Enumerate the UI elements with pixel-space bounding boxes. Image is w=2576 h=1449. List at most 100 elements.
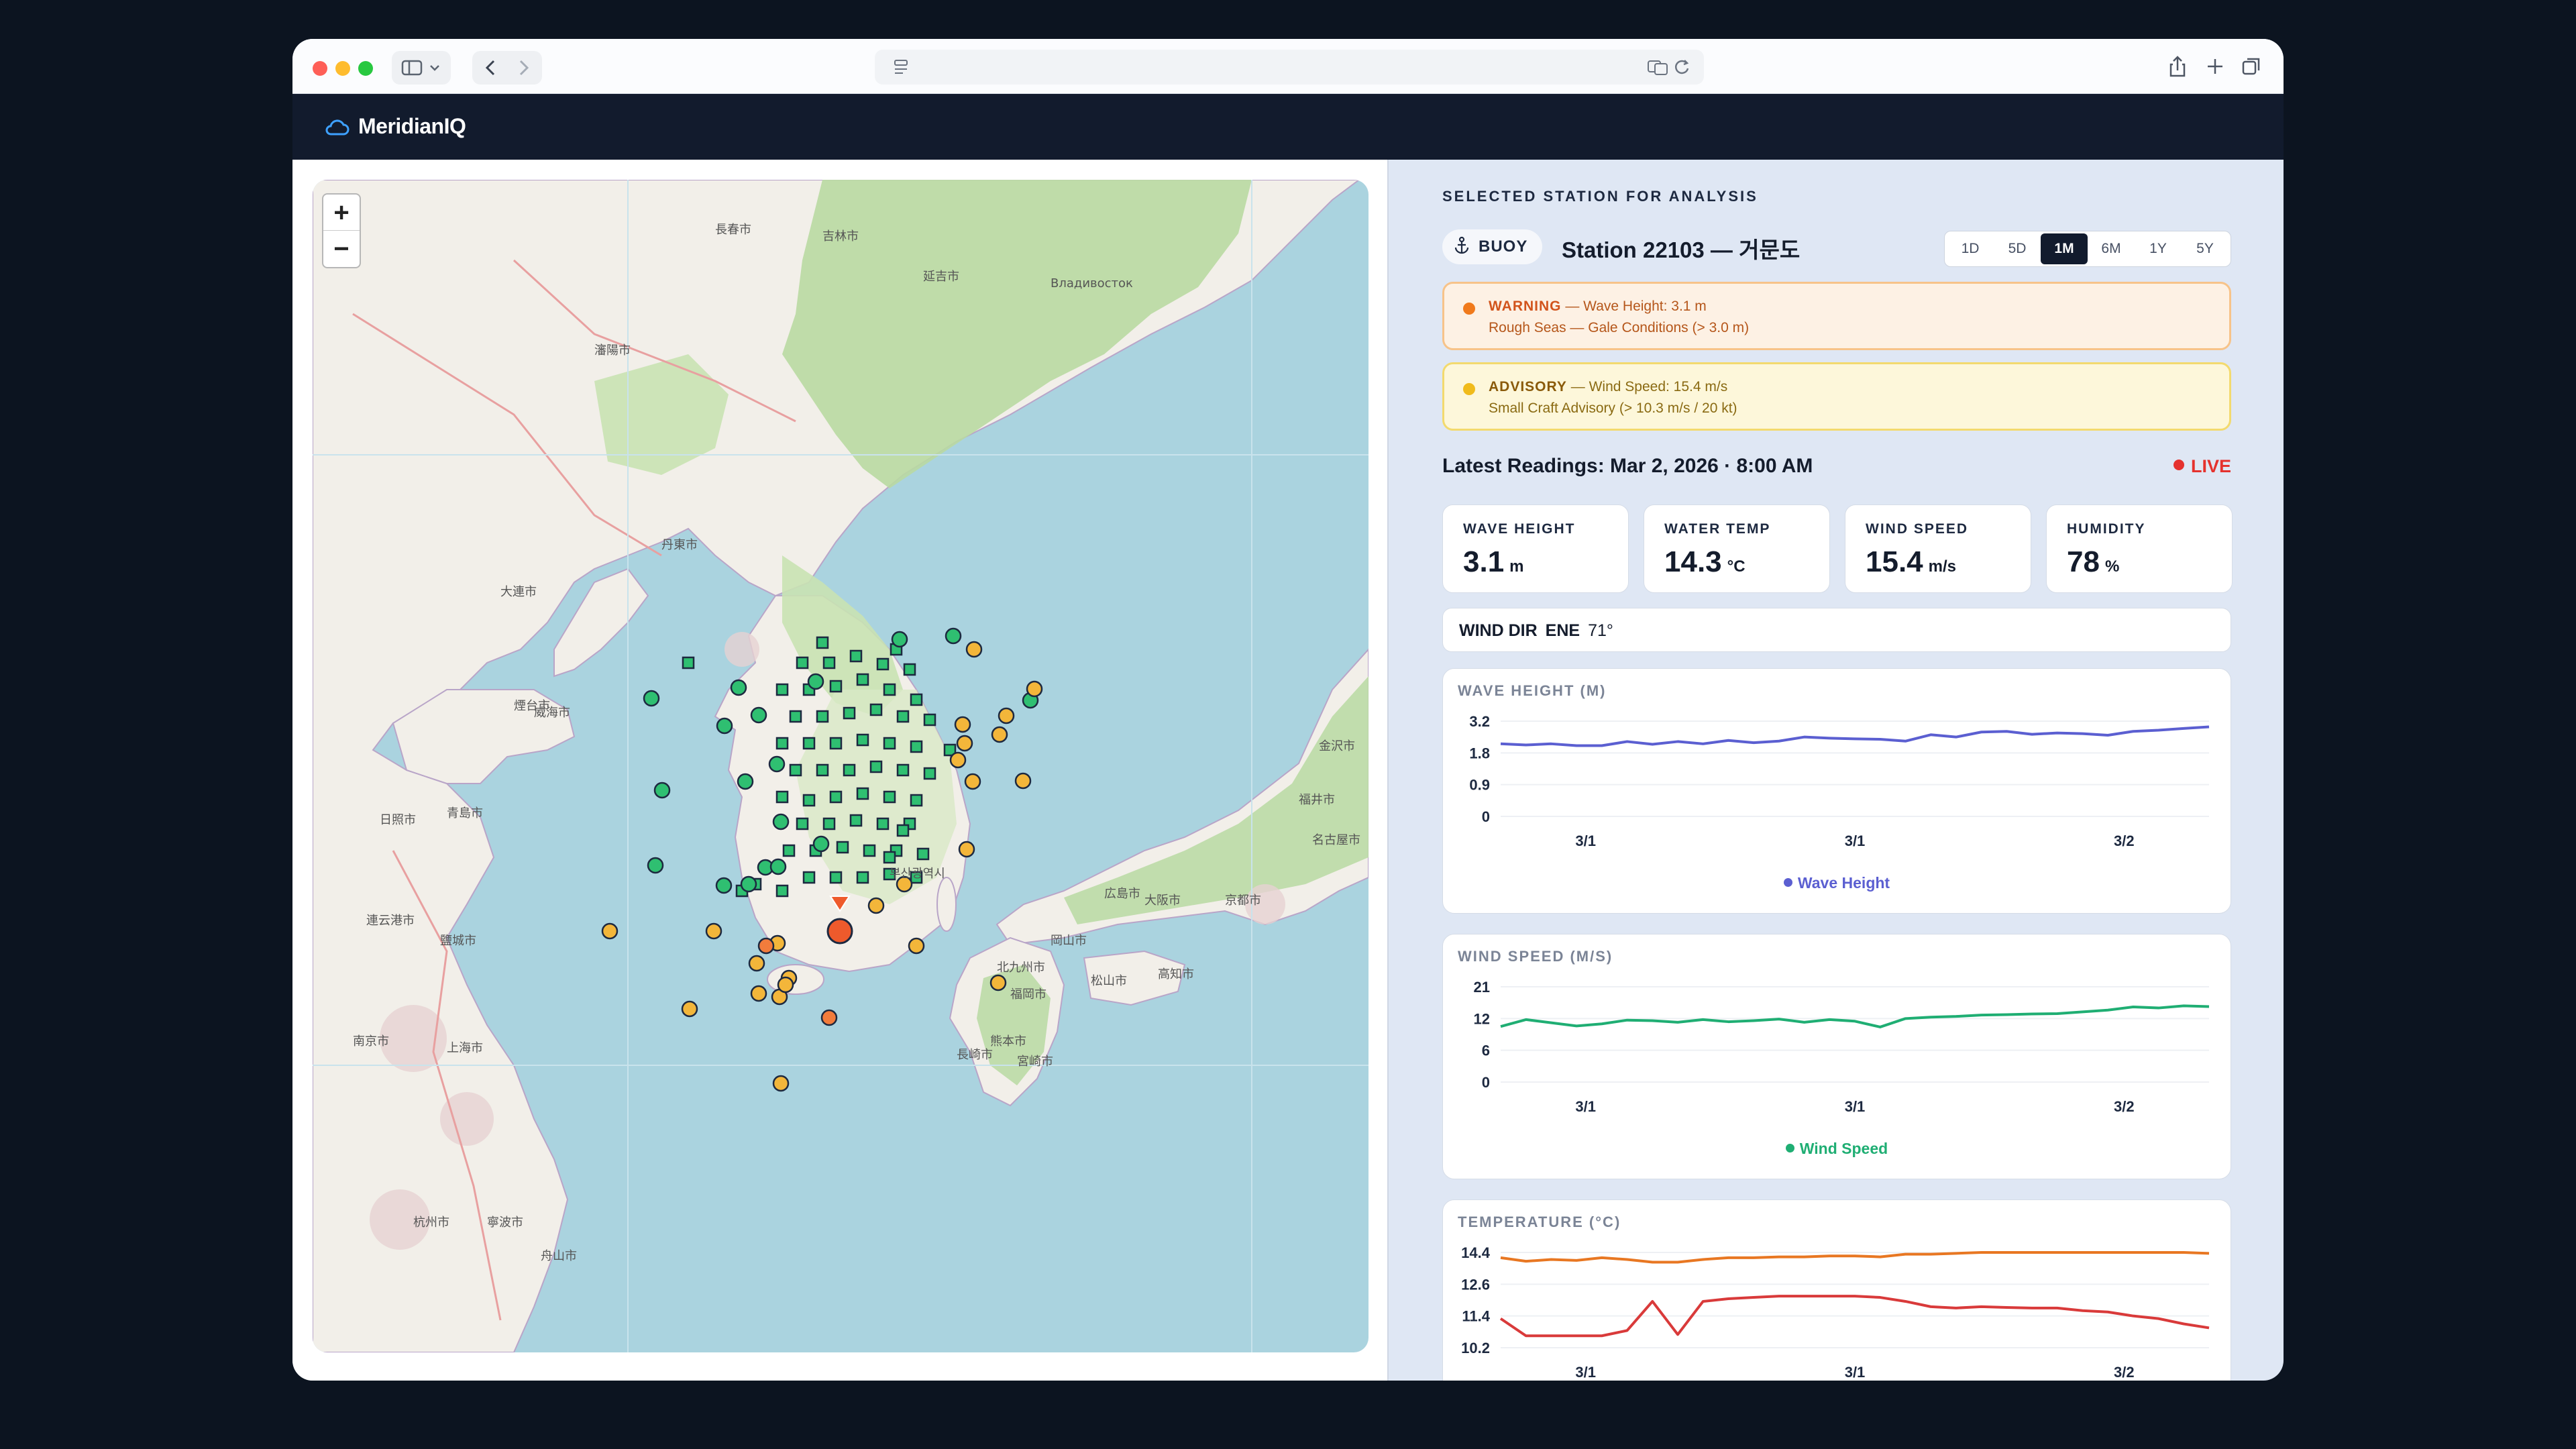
station-marker[interactable] [883,683,896,696]
station-marker[interactable] [910,794,923,807]
address-bar[interactable] [875,50,1704,85]
tab-overview-icon[interactable] [2238,53,2265,80]
advisory-station-marker[interactable] [998,707,1015,724]
station-marker[interactable] [856,673,869,686]
station-marker[interactable] [849,649,863,663]
new-tab-icon[interactable] [2202,53,2229,80]
advisory-station-marker[interactable] [777,976,794,994]
advisory-station-marker[interactable] [991,726,1008,743]
advisory-station-marker[interactable] [867,897,885,914]
station-marker[interactable] [910,740,923,753]
range-option-1y[interactable]: 1Y [2135,233,2182,264]
warning-station-marker[interactable] [826,918,853,945]
warning-station-marker[interactable] [820,1009,838,1026]
advisory-station-marker[interactable] [750,985,767,1002]
station-marker[interactable] [876,657,890,671]
station-marker[interactable] [883,790,896,804]
station-marker[interactable] [843,706,856,720]
advisory-station-marker[interactable] [965,641,983,658]
station-marker[interactable] [769,858,787,875]
station-marker[interactable] [775,683,789,696]
station-marker[interactable] [822,656,836,669]
station-marker[interactable] [910,693,923,706]
zoom-window-button[interactable] [358,61,373,76]
forward-icon[interactable] [519,60,529,76]
translate-icon[interactable] [1646,50,1669,85]
station-marker[interactable] [896,824,910,837]
warning-station-marker[interactable] [757,937,775,955]
station-marker[interactable] [740,875,757,893]
station-marker[interactable] [856,787,869,800]
station-marker[interactable] [816,636,829,649]
station-marker[interactable] [775,884,789,898]
advisory-station-marker[interactable] [601,922,619,940]
station-marker[interactable] [802,737,816,750]
station-marker[interactable] [812,835,830,853]
advisory-station-marker[interactable] [705,922,722,940]
station-marker[interactable] [869,760,883,773]
advisory-station-marker[interactable] [772,1075,790,1092]
station-marker[interactable] [772,813,790,830]
station-marker[interactable] [775,790,789,804]
station-marker[interactable] [768,755,786,773]
range-option-1m[interactable]: 1M [2041,233,2088,264]
station-marker[interactable] [883,851,896,864]
station-marker[interactable] [796,817,809,830]
advisory-station-marker[interactable] [949,751,967,769]
station-marker[interactable] [856,871,869,884]
advisory-station-marker[interactable] [954,716,971,733]
station-marker[interactable] [869,703,883,716]
station-marker[interactable] [775,737,789,750]
station-marker[interactable] [836,841,849,854]
station-marker[interactable] [903,663,916,676]
advisory-station-marker[interactable] [908,937,925,955]
station-marker[interactable] [653,782,671,799]
advisory-station-marker[interactable] [989,974,1007,991]
station-marker[interactable] [802,871,816,884]
station-marker[interactable] [802,794,816,807]
station-marker[interactable] [849,814,863,827]
station-marker[interactable] [829,680,843,693]
station-marker[interactable] [923,713,936,727]
station-marker[interactable] [647,857,664,874]
station-marker[interactable] [876,817,890,830]
station-map[interactable]: 長春市 吉林市 Владивосток 延吉市 瀋陽市 丹東市 大連市 煙台市 威海市 青島市 日照… [313,180,1368,1352]
station-marker[interactable] [829,871,843,884]
advisory-station-marker[interactable] [1026,680,1043,698]
zoom-out-button[interactable]: − [323,231,360,267]
station-marker[interactable] [782,844,796,857]
station-marker[interactable] [856,733,869,747]
app-name[interactable]: MeridianIQ [358,114,466,139]
station-marker[interactable] [896,710,910,723]
station-marker[interactable] [829,737,843,750]
station-marker[interactable] [945,627,962,645]
zoom-in-button[interactable]: + [323,195,360,231]
station-marker[interactable] [816,710,829,723]
station-marker[interactable] [863,844,876,857]
advisory-station-marker[interactable] [748,955,765,972]
pane-divider[interactable] [1387,160,1389,1381]
station-marker[interactable] [789,710,802,723]
station-marker[interactable] [822,817,836,830]
back-icon[interactable] [485,60,495,76]
station-marker[interactable] [715,877,733,894]
station-marker[interactable] [829,790,843,804]
advisory-station-marker[interactable] [956,735,973,752]
station-marker[interactable] [737,773,754,790]
station-marker[interactable] [796,656,809,669]
station-marker[interactable] [843,763,856,777]
station-marker[interactable] [916,847,930,861]
station-marker[interactable] [750,706,767,724]
station-marker[interactable] [891,631,908,648]
range-option-5y[interactable]: 5Y [2182,233,2229,264]
station-marker[interactable] [923,767,936,780]
station-marker[interactable] [730,679,747,696]
reload-icon[interactable] [1670,50,1693,85]
range-option-1d[interactable]: 1D [1947,233,1994,264]
close-window-button[interactable] [313,61,327,76]
minimize-window-button[interactable] [335,61,350,76]
advisory-station-marker[interactable] [958,841,975,858]
sidebar-toggle-button[interactable] [392,51,451,85]
advisory-station-marker[interactable] [964,773,981,790]
advisory-station-marker[interactable] [681,1000,698,1018]
